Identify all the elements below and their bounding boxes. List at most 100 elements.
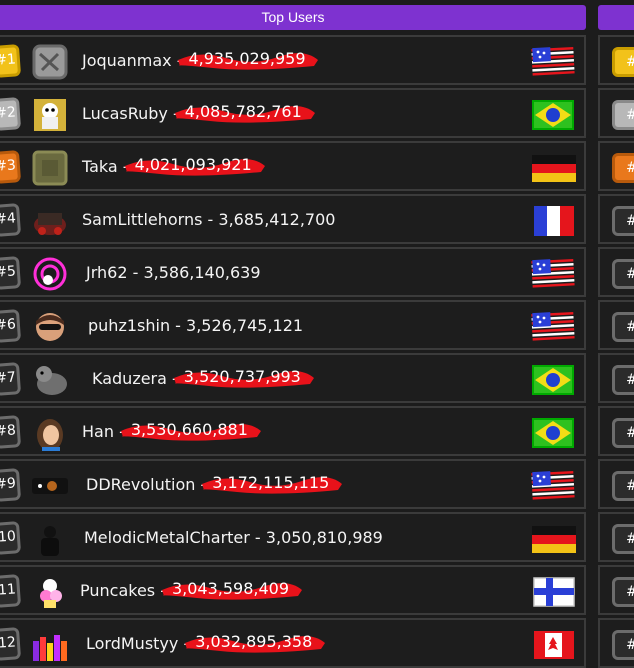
user-row[interactable]: #5 Jrh62 - 3,586,140,639 <box>0 247 586 297</box>
pink-character-avatar[interactable] <box>30 574 70 610</box>
second-panel-row[interactable]: #8 <box>598 406 634 456</box>
black-box-avatar[interactable] <box>30 468 70 504</box>
rank-badge: #11 <box>612 577 634 607</box>
rank-badge: #2 <box>612 100 634 130</box>
rank-number: #12 <box>0 634 17 653</box>
user-row[interactable]: #11 Puncakes - 3,043,598,409 <box>0 565 586 615</box>
second-panel-row[interactable]: #11 <box>598 565 634 615</box>
username[interactable]: LucasRuby <box>82 104 168 123</box>
second-panel-row[interactable]: #2 <box>598 88 634 138</box>
brazil-flag-icon <box>530 416 578 450</box>
second-panel-row[interactable]: #6 <box>598 300 634 350</box>
user-entry-label[interactable]: SamLittlehorns - 3,685,412,700 <box>82 210 335 229</box>
rank-number: #11 <box>0 581 17 600</box>
rank-number: #7 <box>0 369 17 387</box>
dark-figure-avatar[interactable] <box>30 521 70 557</box>
rank-badge: #2 <box>0 97 22 131</box>
second-panel-row[interactable]: #4 <box>598 194 634 244</box>
username[interactable]: Han <box>82 422 114 441</box>
username[interactable]: Puncakes <box>80 581 155 600</box>
username[interactable]: Taka <box>82 157 118 176</box>
rank-number: #8 <box>626 425 634 441</box>
user-entry-label[interactable]: MelodicMetalCharter - 3,050,810,989 <box>84 528 383 547</box>
username[interactable]: LordMustyy <box>86 634 178 653</box>
rank-badge: #4 <box>612 206 634 236</box>
username[interactable]: DDRevolution <box>86 475 195 494</box>
rank-number: #10 <box>626 531 634 547</box>
user-entry-label[interactable]: Kaduzera - <box>92 369 178 388</box>
user-row[interactable]: #6 puhz1shin - 3,526,745,121 <box>0 300 586 350</box>
second-panel-row[interactable]: #10 <box>598 512 634 562</box>
username[interactable]: Joquanmax <box>82 51 172 70</box>
rank-badge: #9 <box>0 468 22 502</box>
rank-badge: #8 <box>0 415 22 449</box>
colorful-figures-avatar[interactable] <box>30 627 70 663</box>
separator: - <box>127 263 144 282</box>
rank-badge: #11 <box>0 574 22 608</box>
rank-number: #3 <box>626 160 634 176</box>
second-panel-row[interactable]: #7 <box>598 353 634 403</box>
user-entry-label[interactable]: puhz1shin - 3,526,745,121 <box>88 316 303 335</box>
rank-number: #5 <box>626 266 634 282</box>
second-panel-row[interactable]: #1 <box>598 35 634 85</box>
pink-spiral-avatar[interactable] <box>30 256 70 292</box>
user-row[interactable]: #3 Taka - 4,021,093,921 <box>0 141 586 191</box>
rank-number: #4 <box>0 210 17 228</box>
username[interactable]: SamLittlehorns <box>82 210 202 229</box>
username[interactable]: Jrh62 <box>86 263 128 282</box>
username[interactable]: MelodicMetalCharter <box>84 528 250 547</box>
user-row[interactable]: #1 Joquanmax - 4,935,029,959 <box>0 35 586 85</box>
olive-square-avatar[interactable] <box>30 150 70 186</box>
rank-badge: #1 <box>612 47 634 77</box>
rank-number: #1 <box>0 51 17 69</box>
rank-badge: #4 <box>0 203 22 237</box>
score-value: 3,050,810,989 <box>265 528 383 547</box>
second-panel-row[interactable]: #9 <box>598 459 634 509</box>
rank-badge: #3 <box>612 153 634 183</box>
panel-header: Top Users <box>0 5 586 30</box>
girl-avatar[interactable] <box>30 415 70 451</box>
user-row[interactable]: #12 LordMustyy - 3,032,895,358 <box>0 618 586 668</box>
second-panel-row[interactable]: #12 <box>598 618 634 668</box>
gray-cat-avatar[interactable] <box>30 362 70 398</box>
separator: - <box>170 316 187 335</box>
user-entry-label[interactable]: Joquanmax - <box>82 51 182 70</box>
gray-square-avatar[interactable] <box>30 44 70 80</box>
user-row[interactable]: #7 Kaduzera - 3,520,737,993 <box>0 353 586 403</box>
user-entry-label[interactable]: Puncakes - <box>80 581 166 600</box>
user-row[interactable]: #9 DDRevolution - 3,172,115,115 <box>0 459 586 509</box>
score-value: 3,043,598,409 <box>171 579 290 598</box>
rank-number: #3 <box>0 157 17 175</box>
user-entry-label[interactable]: LucasRuby - <box>82 104 179 123</box>
user-row[interactable]: #2 LucasRuby - 4,085,782,761 <box>0 88 586 138</box>
rank-number: #2 <box>0 104 17 122</box>
score-value: 3,526,745,121 <box>186 316 304 335</box>
rank-badge: #6 <box>0 309 22 343</box>
red-creature-avatar[interactable] <box>30 203 70 239</box>
top-users-panel: Top Users #1 Joquanmax - 4,935,029,959 #2 L… <box>0 5 586 668</box>
score-value: 4,085,782,761 <box>184 102 302 121</box>
second-panel-row[interactable]: #5 <box>598 247 634 297</box>
user-row[interactable]: #8 Han - 3,530,660,881 <box>0 406 586 456</box>
cartoon-character-avatar[interactable] <box>30 97 70 133</box>
rank-badge: #8 <box>612 418 634 448</box>
rank-number: #10 <box>0 528 17 547</box>
username[interactable]: Kaduzera <box>92 369 167 388</box>
us-flag-icon <box>530 257 578 291</box>
us-flag-icon <box>530 310 578 344</box>
user-row[interactable]: #10 MelodicMetalCharter - 3,050,810,989 <box>0 512 586 562</box>
score-value: 4,021,093,921 <box>134 155 252 174</box>
second-panel-header <box>598 5 634 30</box>
masked-face-avatar[interactable] <box>30 309 70 345</box>
user-entry-label[interactable]: DDRevolution - <box>86 475 206 494</box>
rank-badge: #6 <box>612 312 634 342</box>
finland-flag-icon <box>530 575 578 609</box>
rank-number: #8 <box>0 422 17 440</box>
second-panel-row[interactable]: #3 <box>598 141 634 191</box>
username[interactable]: puhz1shin <box>88 316 170 335</box>
score-value: 3,530,660,881 <box>130 420 248 439</box>
user-row[interactable]: #4 SamLittlehorns - 3,685,412,700 <box>0 194 586 244</box>
user-entry-label[interactable]: Jrh62 - 3,586,140,639 <box>86 263 261 282</box>
user-entry-label[interactable]: LordMustyy - <box>86 634 189 653</box>
score-value: 3,586,140,639 <box>143 263 261 282</box>
